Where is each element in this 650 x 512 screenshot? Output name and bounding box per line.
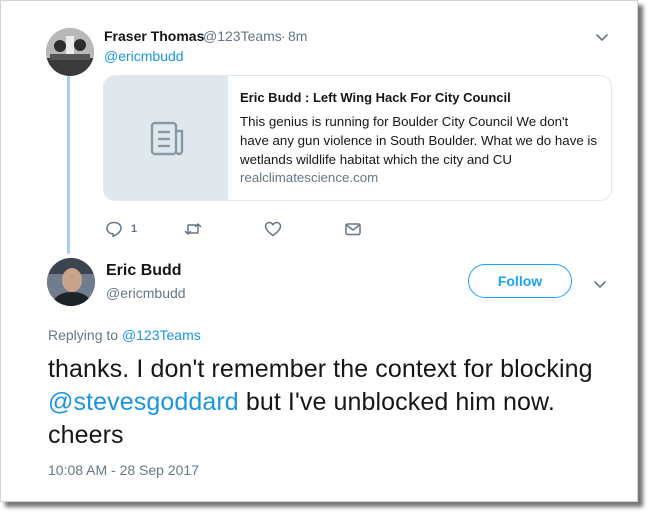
replying-to-line: Replying to @123Teams: [48, 327, 201, 343]
tweet-text: thanks. I don't remember the context for…: [48, 353, 628, 452]
tweet-timestamp[interactable]: 10:08 AM - 28 Sep 2017: [48, 462, 199, 478]
link-card[interactable]: Eric Budd : Left Wing Hack For City Coun…: [103, 75, 612, 201]
reply-icon: [106, 221, 122, 238]
avatar[interactable]: [47, 258, 95, 306]
avatar[interactable]: [46, 28, 94, 76]
mention-link[interactable]: @123Teams: [122, 327, 201, 343]
tweet-frame: Fraser Thomas @123Teams · 8m @ericmbudd …: [0, 0, 638, 502]
tweet-text-part: thanks. I don't remember the context for…: [48, 355, 593, 383]
profile-photo-icon: [47, 258, 95, 306]
like-button[interactable]: [264, 219, 282, 239]
retweet-icon: [184, 223, 202, 235]
display-name[interactable]: Fraser Thomas: [104, 28, 204, 44]
document-icon: [148, 120, 186, 158]
follow-button[interactable]: Follow: [468, 264, 572, 298]
envelope-icon: [345, 223, 361, 236]
card-domain: realclimatescience.com: [240, 170, 379, 185]
mention-link[interactable]: @stevesgoddard: [48, 388, 239, 416]
chevron-down-icon[interactable]: [593, 277, 607, 291]
profile-photo-icon: [46, 28, 94, 76]
reply-button[interactable]: 1: [105, 219, 137, 239]
direct-message-button[interactable]: [344, 219, 362, 239]
display-name[interactable]: Eric Budd: [106, 262, 182, 280]
card-title: Eric Budd : Left Wing Hack For City Coun…: [240, 90, 511, 105]
mention-link[interactable]: @ericmbudd: [104, 48, 184, 64]
tweet-time[interactable]: 8m: [288, 28, 307, 44]
chevron-down-icon[interactable]: [595, 30, 609, 44]
separator-dot: ·: [281, 28, 286, 44]
card-description: This genius is running for Boulder City …: [240, 114, 598, 167]
heart-icon: [264, 221, 282, 237]
user-handle[interactable]: @ericmbudd: [106, 285, 186, 301]
replying-to-label: Replying to: [48, 327, 119, 343]
thread-connector-line: [67, 76, 70, 254]
retweet-button[interactable]: [184, 219, 202, 239]
user-handle[interactable]: @123Teams: [203, 28, 282, 44]
card-thumbnail: [104, 76, 228, 200]
reply-count: 1: [131, 223, 138, 235]
